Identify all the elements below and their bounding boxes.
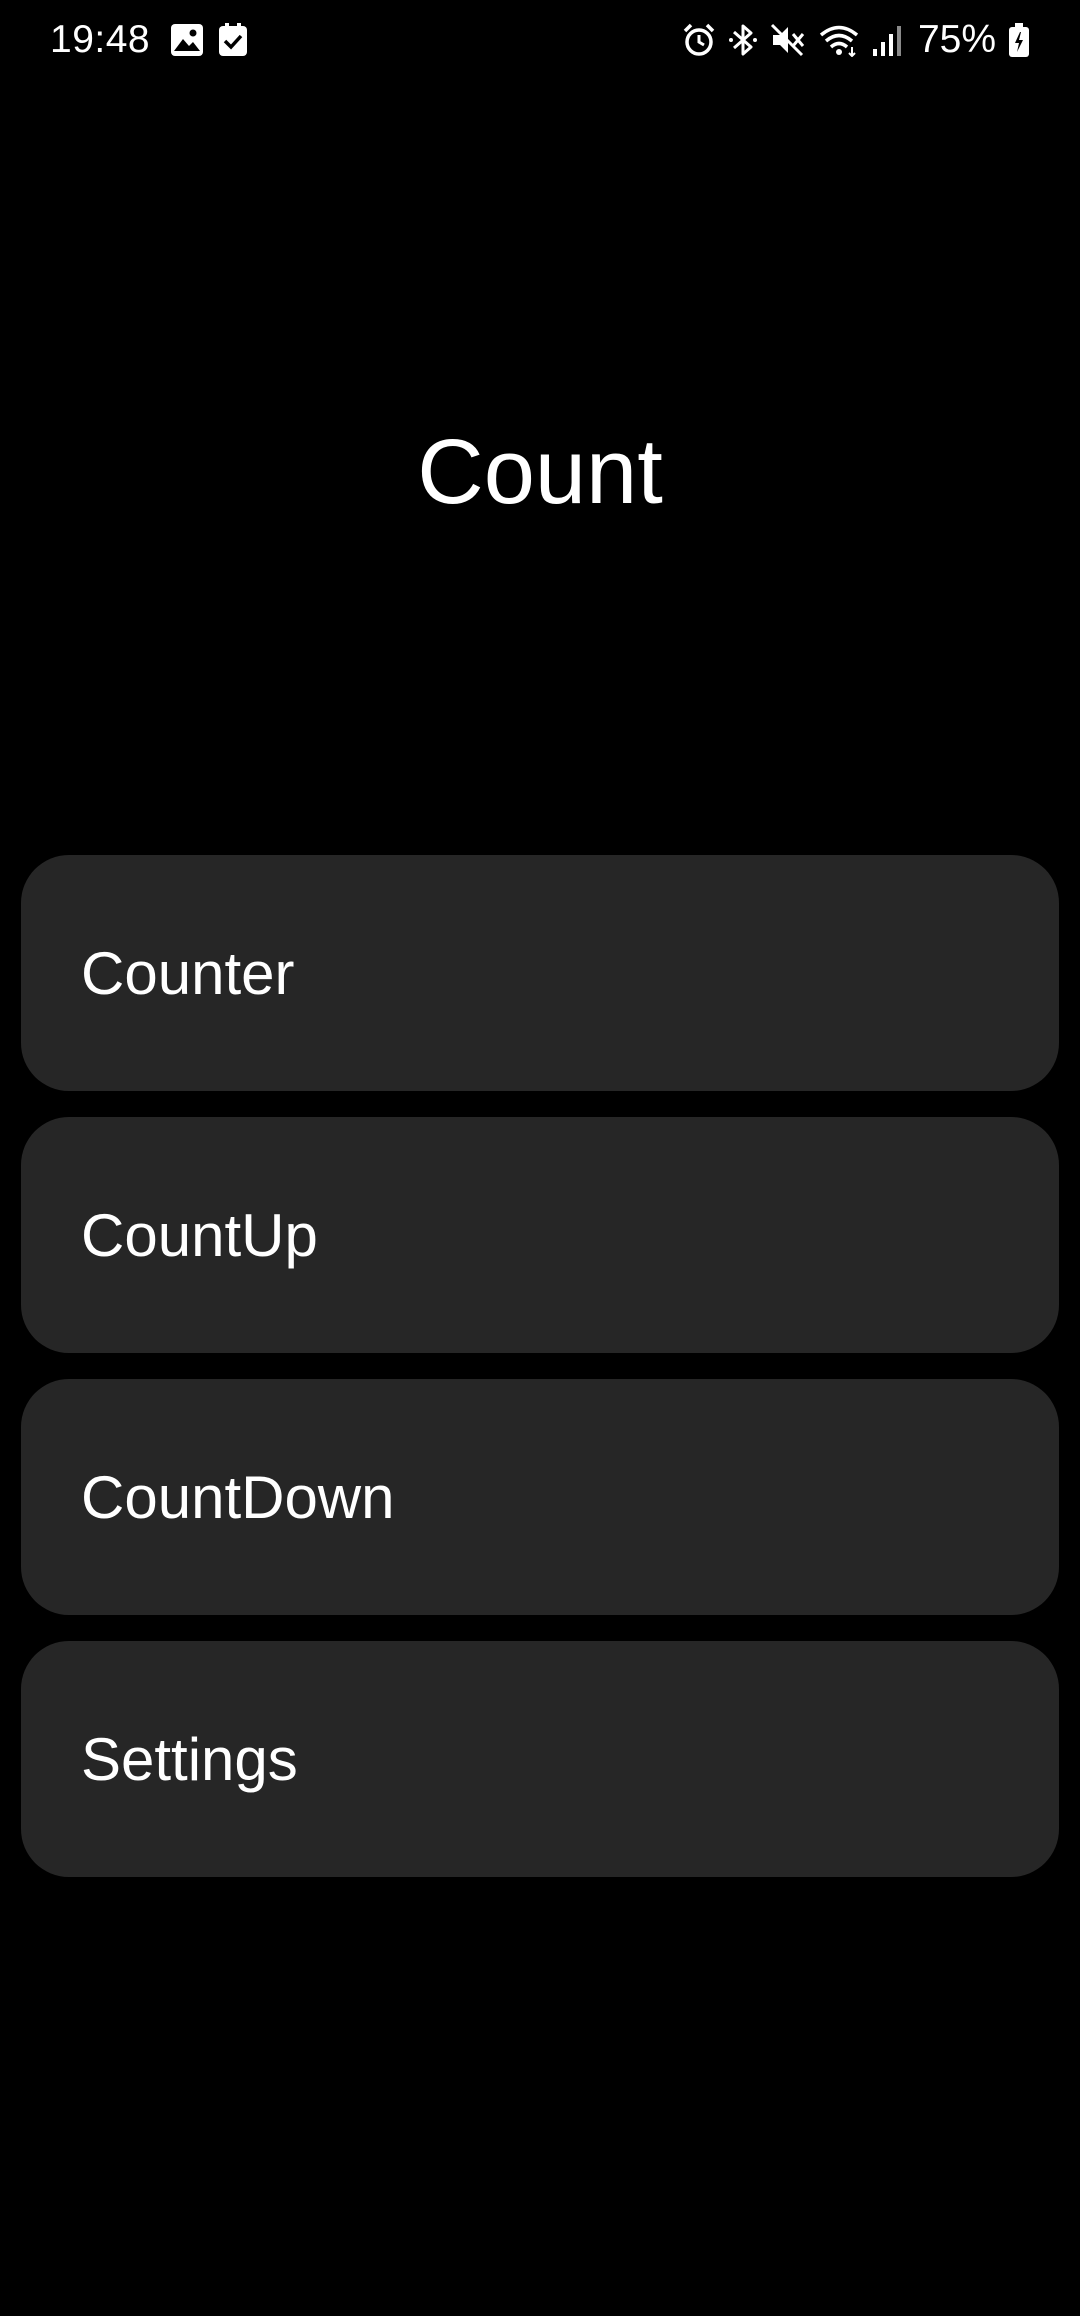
status-time: 19:48 bbox=[50, 18, 151, 61]
alarm-icon bbox=[682, 23, 716, 57]
menu-item-counter[interactable]: Counter bbox=[21, 855, 1059, 1091]
checkbox-icon bbox=[218, 23, 248, 57]
battery-percent: 75% bbox=[917, 18, 996, 61]
bluetooth-icon bbox=[728, 22, 758, 58]
menu-item-countup[interactable]: CountUp bbox=[21, 1117, 1059, 1353]
main-menu: Counter CountUp CountDown Settings bbox=[21, 855, 1059, 1903]
menu-item-label: CountUp bbox=[81, 1201, 318, 1269]
menu-item-label: CountDown bbox=[81, 1463, 395, 1531]
signal-icon bbox=[872, 23, 902, 57]
mute-icon bbox=[770, 23, 806, 57]
battery-icon bbox=[1008, 22, 1030, 58]
menu-item-settings[interactable]: Settings bbox=[21, 1641, 1059, 1877]
menu-item-label: Counter bbox=[81, 939, 295, 1007]
menu-item-label: Settings bbox=[81, 1725, 298, 1793]
page-title: Count bbox=[417, 421, 663, 523]
menu-item-countdown[interactable]: CountDown bbox=[21, 1379, 1059, 1615]
status-bar: 19:48 75% bbox=[0, 0, 1080, 84]
status-left: 19:48 bbox=[50, 18, 248, 62]
status-right: 75% bbox=[682, 18, 1030, 62]
wifi-icon bbox=[818, 23, 860, 57]
gallery-icon bbox=[170, 23, 204, 57]
